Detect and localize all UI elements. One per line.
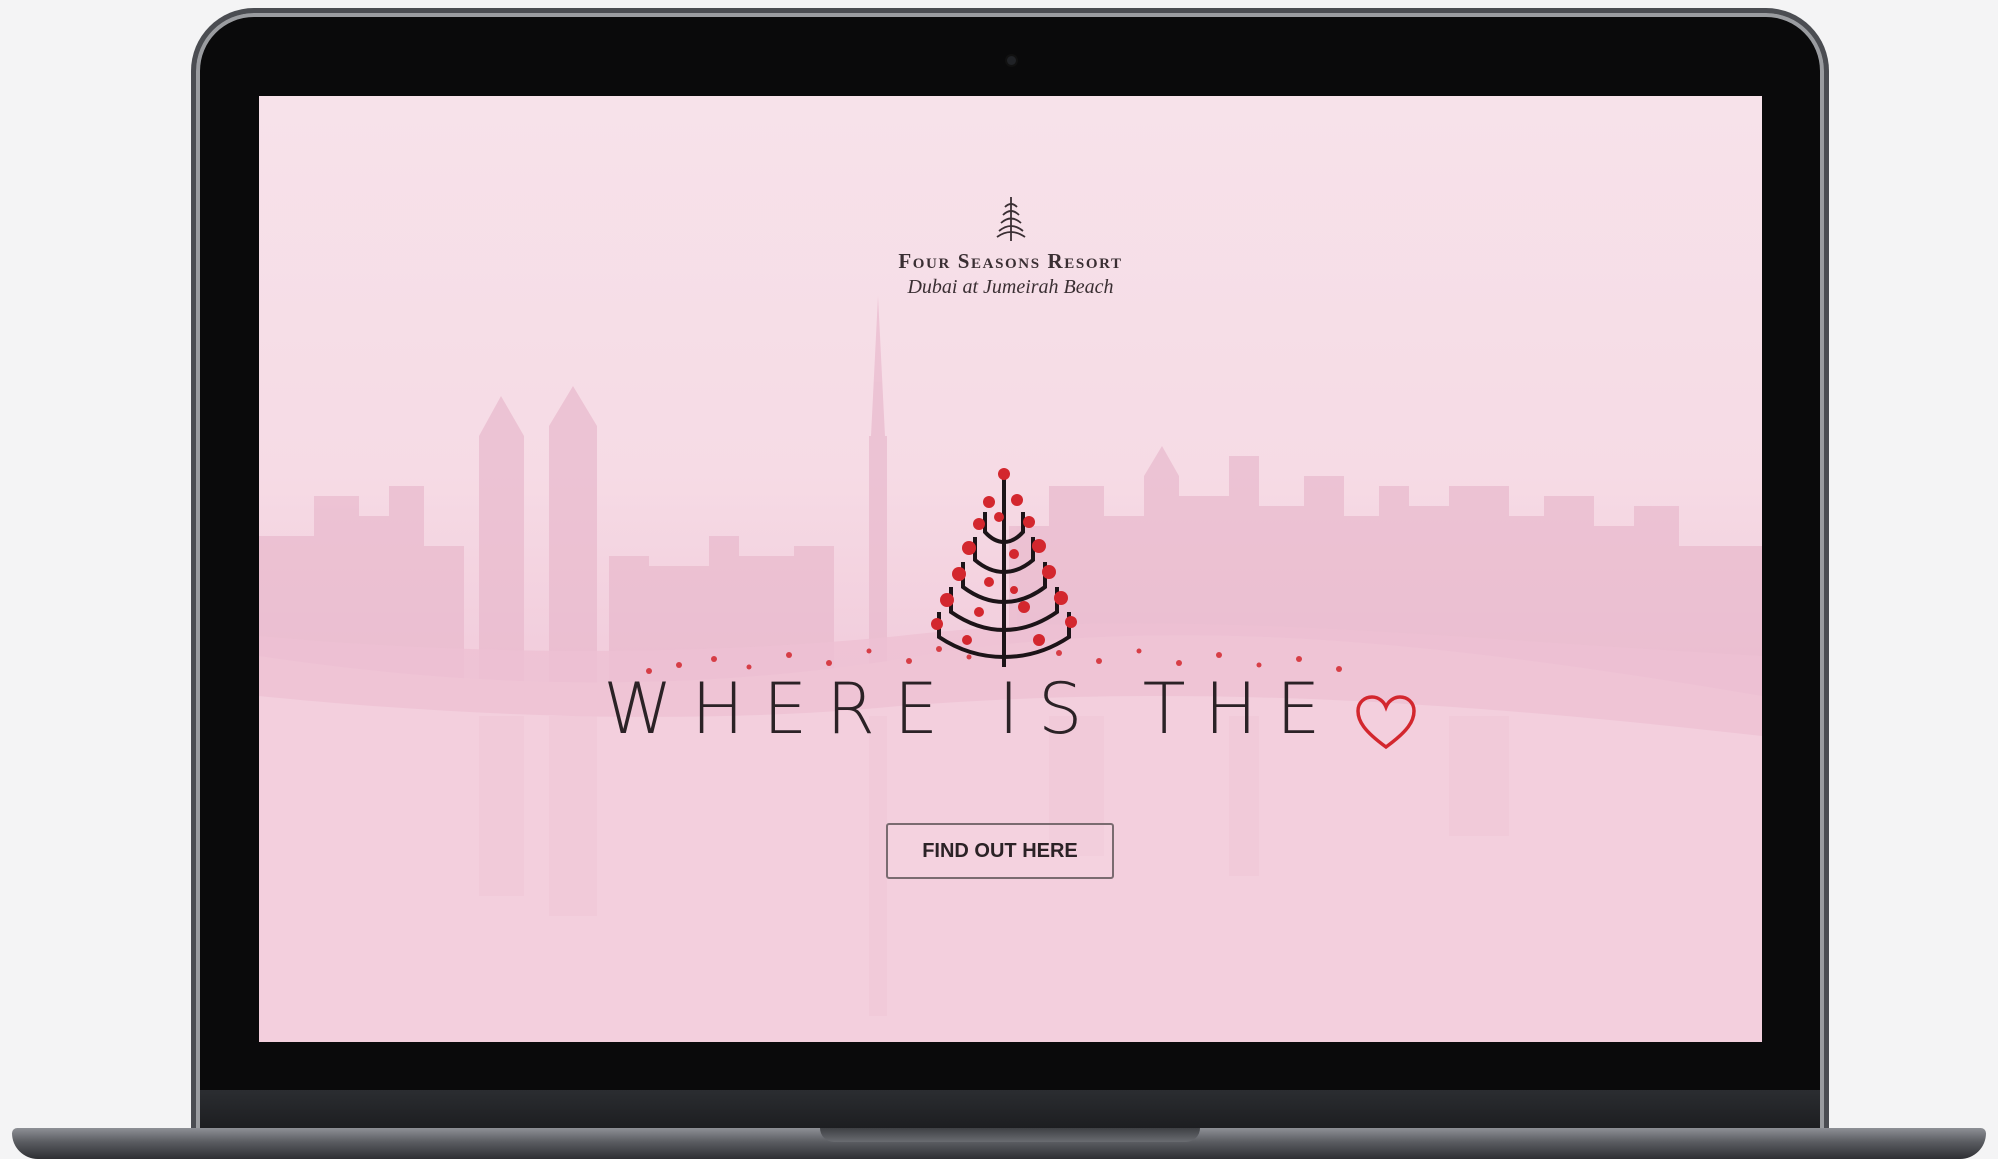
- heart-outline-icon: [1356, 695, 1416, 749]
- find-out-here-button[interactable]: FIND OUT HERE: [886, 823, 1114, 879]
- brand-subtitle: Dubai at Jumeirah Beach: [907, 276, 1114, 298]
- laptop-base-notch: [820, 1128, 1200, 1142]
- hero-headline: WHERE IS THE: [259, 668, 1762, 751]
- website-screen: Four Seasons Resort Dubai at Jumeirah Be…: [259, 96, 1762, 1042]
- brand-name: Four Seasons Resort: [898, 249, 1123, 273]
- laptop-hinge: [200, 1090, 1820, 1130]
- four-seasons-tree-icon: [995, 197, 1026, 241]
- headline-text: WHERE IS THE: [603, 668, 1340, 750]
- camera-icon: [1007, 56, 1016, 65]
- brand-logo[interactable]: Four Seasons Resort Dubai at Jumeirah Be…: [259, 191, 1762, 299]
